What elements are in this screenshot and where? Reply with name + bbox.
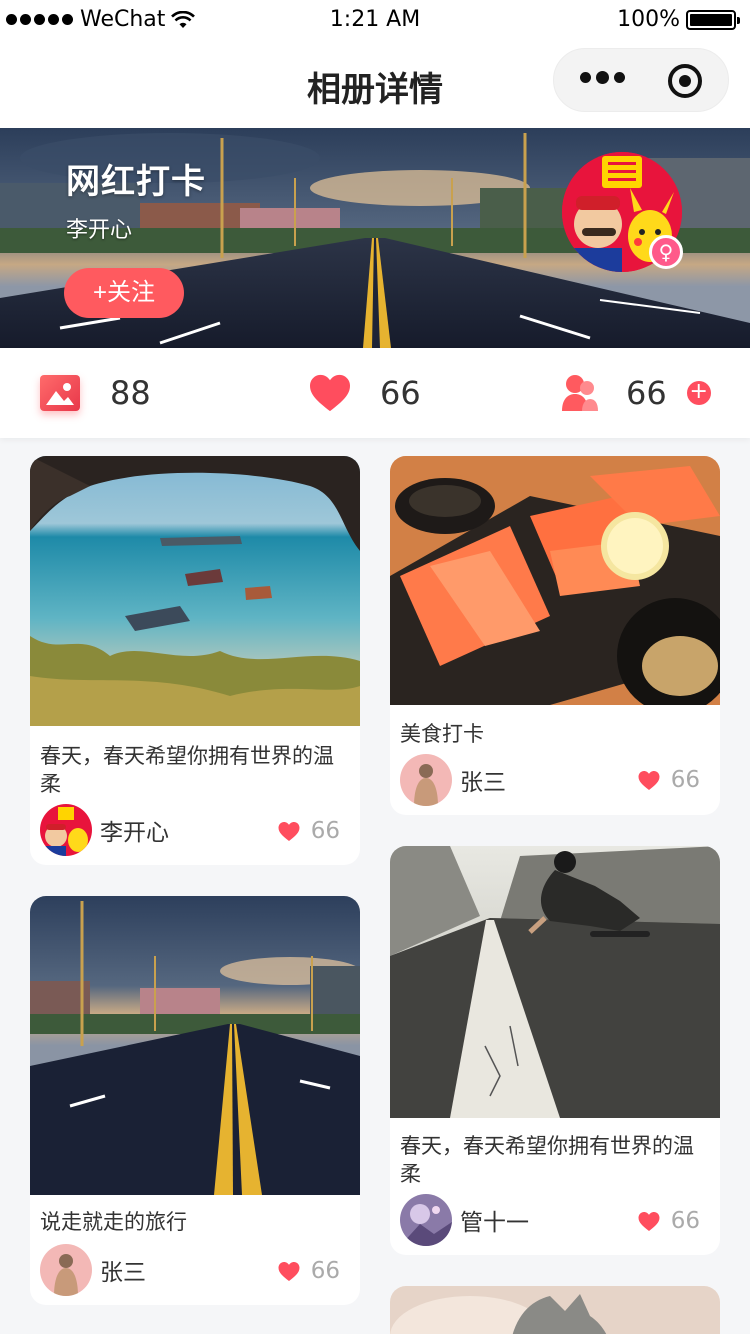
nav-bar: 相册详情 xyxy=(0,40,750,128)
like-count: 66 xyxy=(310,1258,340,1284)
heart-icon[interactable] xyxy=(637,1211,661,1232)
post-likes[interactable]: 66 xyxy=(277,818,340,844)
post-card[interactable]: 春天，春天希望你拥有世界的温柔 李开心 66 xyxy=(30,456,360,865)
album-stats: 88 66 66 + xyxy=(0,348,750,438)
post-author[interactable]: 管十一 xyxy=(400,1194,529,1246)
album-title: 网红打卡 xyxy=(66,162,206,202)
post-caption: 说走就走的旅行 xyxy=(40,1210,187,1234)
add-fan-button[interactable]: + xyxy=(686,381,711,405)
more-icon[interactable] xyxy=(580,71,625,84)
post-photo-road xyxy=(30,896,360,1195)
post-author[interactable]: 张三 xyxy=(40,1244,146,1296)
heart-icon[interactable] xyxy=(637,770,661,791)
heart-icon[interactable] xyxy=(277,821,301,842)
post-photo-sea xyxy=(30,456,360,726)
post-card[interactable]: 春天，春天希望你拥有世界的温柔 管十一 66 xyxy=(390,846,720,1255)
fans-icon xyxy=(562,375,598,411)
stat-photos: 88 xyxy=(40,348,151,438)
post-likes[interactable]: 66 xyxy=(277,1258,340,1284)
heart-icon[interactable] xyxy=(308,373,352,413)
like-count: 66 xyxy=(670,1208,700,1234)
author-avatar[interactable] xyxy=(400,1194,452,1246)
photo-count-icon xyxy=(40,375,80,411)
like-count: 66 xyxy=(380,374,421,412)
post-caption: 春天，春天希望你拥有世界的温柔 xyxy=(40,744,334,796)
author-name: 张三 xyxy=(460,770,506,796)
author-name: 管十一 xyxy=(460,1210,529,1236)
like-count: 66 xyxy=(310,818,340,844)
stat-likes: 66 xyxy=(308,348,421,438)
post-caption: 春天，春天希望你拥有世界的温柔 xyxy=(400,1134,694,1186)
heart-icon[interactable] xyxy=(277,1261,301,1282)
album-banner: 网红打卡 李开心 +关注 ♀ xyxy=(0,128,750,348)
status-bar: WeChat 1:21 AM 100% xyxy=(0,0,750,40)
fans-count: 66 xyxy=(626,374,667,412)
author-avatar[interactable] xyxy=(40,1244,92,1296)
mini-program-capsule xyxy=(553,48,729,112)
battery-percent: 100% xyxy=(617,7,680,32)
author-name: 张三 xyxy=(100,1260,146,1286)
post-author[interactable]: 李开心 xyxy=(40,804,169,856)
like-count: 66 xyxy=(670,767,700,793)
female-gender-icon: ♀ xyxy=(649,235,683,269)
stat-fans: 66 + xyxy=(560,348,711,438)
post-likes[interactable]: 66 xyxy=(637,1208,700,1234)
close-target-icon[interactable] xyxy=(668,64,702,98)
post-author[interactable]: 张三 xyxy=(400,754,506,806)
post-likes[interactable]: 66 xyxy=(637,767,700,793)
author-name: 李开心 xyxy=(100,820,169,846)
battery-icon xyxy=(686,9,740,30)
post-caption: 美食打卡 xyxy=(400,722,484,746)
post-photo-skateboard xyxy=(390,846,720,1118)
post-card[interactable]: 美食打卡 张三 66 xyxy=(390,456,720,815)
author-avatar[interactable] xyxy=(400,754,452,806)
follow-button[interactable]: +关注 xyxy=(64,268,184,318)
author-avatar[interactable] xyxy=(40,804,92,856)
album-owner-name: 李开心 xyxy=(66,218,133,243)
post-photo-food xyxy=(390,456,720,705)
post-card[interactable] xyxy=(390,1286,720,1334)
post-card[interactable]: 说走就走的旅行 张三 66 xyxy=(30,896,360,1305)
photo-count: 88 xyxy=(110,374,151,412)
post-photo-cat xyxy=(390,1286,720,1334)
